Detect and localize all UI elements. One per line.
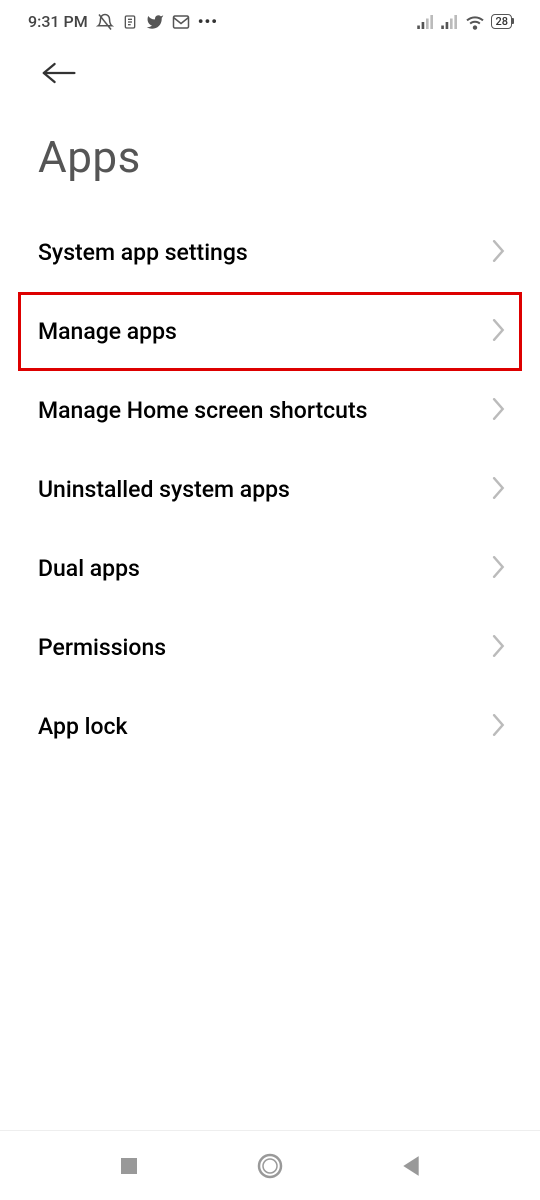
document-icon [122,14,138,30]
menu-item-dual-apps[interactable]: Dual apps [0,529,540,608]
chevron-right-icon [492,635,506,661]
page-title: Apps [0,91,540,213]
menu-label: Manage Home screen shortcuts [38,397,367,424]
back-button[interactable] [0,39,540,91]
nav-back-button[interactable] [401,1155,421,1177]
menu-item-manage-apps[interactable]: Manage apps [18,292,522,371]
nav-home-button[interactable] [256,1152,284,1180]
wifi-icon [465,14,485,30]
chevron-right-icon [492,240,506,266]
menu-item-manage-home-shortcuts[interactable]: Manage Home screen shortcuts [0,371,540,450]
menu-label: App lock [38,713,128,740]
menu-label: Uninstalled system apps [38,476,290,503]
menu-item-uninstalled-system-apps[interactable]: Uninstalled system apps [0,450,540,529]
navigation-bar [0,1130,540,1200]
chevron-right-icon [492,398,506,424]
notification-mute-icon [96,13,114,31]
status-time: 9:31 PM [28,12,88,31]
more-icon: ••• [198,12,218,31]
menu-item-permissions[interactable]: Permissions [0,608,540,687]
gmail-icon [172,13,190,31]
chevron-right-icon [492,319,506,345]
chevron-right-icon [492,556,506,582]
menu-label: Manage apps [38,318,177,345]
menu-list: System app settings Manage apps Manage H… [0,213,540,766]
nav-recent-button[interactable] [119,1156,139,1176]
status-left: 9:31 PM ••• [28,12,218,31]
menu-label: Permissions [38,634,166,661]
signal-icon-2 [441,15,459,29]
battery-indicator: 28 [491,14,512,29]
status-right: 28 [417,14,512,30]
menu-label: System app settings [38,239,248,266]
signal-icon-1 [417,15,435,29]
menu-item-app-lock[interactable]: App lock [0,687,540,766]
chevron-right-icon [492,477,506,503]
chevron-right-icon [492,714,506,740]
menu-item-system-app-settings[interactable]: System app settings [0,213,540,292]
status-bar: 9:31 PM ••• 28 [0,0,540,39]
menu-label: Dual apps [38,555,140,582]
twitter-icon [146,13,164,31]
